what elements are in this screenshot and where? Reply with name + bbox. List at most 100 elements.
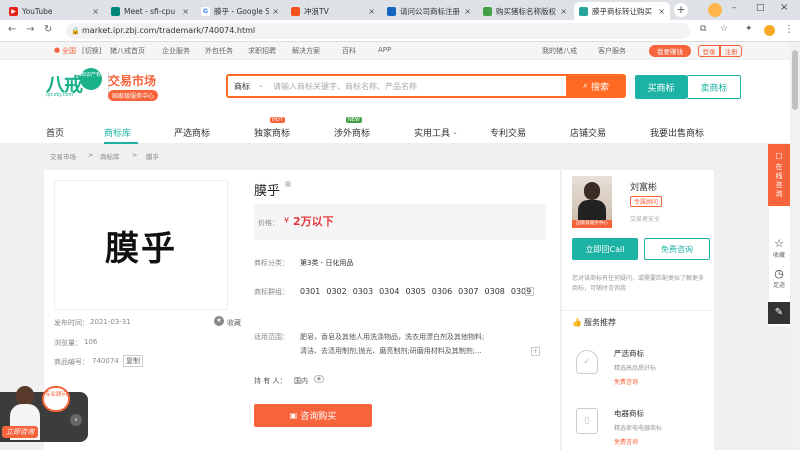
topnav-link[interactable]: 求职招聘 xyxy=(248,46,276,56)
agent-body xyxy=(578,200,606,222)
code-value: 740074 xyxy=(92,357,119,365)
close-icon[interactable]: × xyxy=(658,7,665,16)
favorite-link[interactable]: 收藏 xyxy=(227,318,241,328)
consult-now-label[interactable]: 立即咨询 xyxy=(2,426,38,438)
page-scrollbar[interactable] xyxy=(790,42,800,450)
buy-trademark-button[interactable]: 买商标 xyxy=(635,75,687,99)
copy-button[interactable]: 复制 xyxy=(123,355,143,367)
breadcrumb-separator: > xyxy=(88,151,94,159)
divider xyxy=(562,310,714,311)
topnav-link[interactable]: 企业服务 xyxy=(162,46,190,56)
nav-item-shop[interactable]: 店铺交易 xyxy=(570,126,606,139)
nav-item-home[interactable]: 首页 xyxy=(46,126,64,139)
star-icon[interactable]: ☆ xyxy=(720,24,728,34)
breadcrumb-item[interactable]: 交易市场 xyxy=(50,151,76,161)
online-consult-button[interactable]: ☐ 在线咨询 xyxy=(768,144,790,206)
profile-avatar[interactable] xyxy=(708,3,722,17)
minimize-icon[interactable]: – xyxy=(732,3,737,13)
topnav-link[interactable]: 百科 xyxy=(342,46,356,56)
topnav-link[interactable]: 猪八戒首页 xyxy=(110,46,145,56)
browser-tab[interactable]: Meet - sfi-cpu × xyxy=(106,2,194,20)
chevron-down-icon: ⌄ xyxy=(452,128,458,136)
breadcrumb-item[interactable]: 商标库 xyxy=(100,151,120,161)
close-icon[interactable]: × xyxy=(560,7,567,16)
close-icon[interactable]: × xyxy=(272,7,279,16)
favorite-icon[interactable]: ★ xyxy=(214,316,224,326)
nav-item-tools[interactable]: 实用工具 xyxy=(414,126,450,139)
eye-icon[interactable]: ◉ xyxy=(314,375,324,383)
close-window-icon[interactable]: × xyxy=(780,2,788,13)
maximize-icon[interactable]: □ xyxy=(756,3,765,13)
browser-tab[interactable]: G 膜乎 - Google Se × xyxy=(196,2,284,20)
services-title: 服务推荐 xyxy=(584,318,616,327)
chevron-right-icon[interactable]: › xyxy=(70,414,82,426)
agent-subtitle: 交易更安全 xyxy=(630,216,661,223)
group-code: 0307 xyxy=(458,287,479,296)
search-input[interactable]: 请输入商标关键字、商标名称、产品名称 xyxy=(273,81,417,92)
topnav-link[interactable]: 解决方案 xyxy=(292,46,320,56)
new-tab-button[interactable]: + xyxy=(674,3,688,17)
nav-item-trademark-library[interactable]: 商标库 xyxy=(104,126,131,139)
agent-head xyxy=(584,182,600,200)
chat-icon: ▣ xyxy=(289,411,298,420)
register-button[interactable]: 注册 xyxy=(720,45,742,57)
login-button[interactable]: 登录 xyxy=(698,45,720,57)
close-icon[interactable]: × xyxy=(92,7,99,16)
reload-icon[interactable]: ↻ xyxy=(44,24,52,35)
nav-item-patent[interactable]: 专利交易 xyxy=(490,126,526,139)
browser-tab-active[interactable]: 膜乎商标转让购买 × xyxy=(574,2,670,20)
close-icon[interactable]: × xyxy=(182,7,189,16)
expand-icon[interactable]: + xyxy=(525,287,534,296)
service-consult-link[interactable]: 免费咨询 xyxy=(614,437,638,446)
nav-item-exclusive[interactable]: 独家商标 xyxy=(254,126,290,139)
back-icon[interactable]: ← xyxy=(8,24,16,35)
owner-value: 国内 xyxy=(294,377,308,385)
extensions-icon[interactable]: ✦ xyxy=(745,24,753,34)
service-name[interactable]: 严选商标 xyxy=(614,348,644,359)
customer-service-link[interactable]: 客户服务 xyxy=(598,46,626,56)
my-zbj-link[interactable]: 我的猪八戒 xyxy=(542,46,577,56)
service-name[interactable]: 电器商标 xyxy=(614,408,644,419)
menu-icon[interactable]: ⋮ xyxy=(784,24,794,35)
forward-icon[interactable]: → xyxy=(26,24,34,35)
favorite-tool[interactable]: ☆ 收藏 xyxy=(768,238,790,260)
history-tool[interactable]: ◷ 足迹 xyxy=(768,268,790,290)
group-code: 0306 xyxy=(431,287,453,296)
location-label: 全国 xyxy=(62,47,76,55)
nav-item-selected[interactable]: 严选商标 xyxy=(174,126,210,139)
agent-name: 刘富彬 xyxy=(630,183,658,193)
profile-icon[interactable] xyxy=(764,25,775,36)
breadcrumb-current: 膜乎 xyxy=(146,153,159,161)
location-pin-icon: ● xyxy=(54,46,61,54)
nav-item-sell[interactable]: 我要出售商标 xyxy=(650,126,704,139)
service-consult-link[interactable]: 免费咨询 xyxy=(614,377,638,386)
switch-location-link[interactable]: [切换] xyxy=(82,46,101,56)
tab-title: 冲浪TV xyxy=(304,6,329,16)
topnav-link[interactable]: APP xyxy=(378,46,391,54)
close-icon[interactable]: × xyxy=(464,7,471,16)
call-back-button[interactable]: 立即回Call xyxy=(572,238,638,260)
free-consult-button[interactable]: 免费咨询 xyxy=(644,238,710,260)
nav-item-foreign[interactable]: 涉外商标 xyxy=(334,126,370,139)
close-icon[interactable]: × xyxy=(368,7,375,16)
sell-trademark-button[interactable]: 卖商标 xyxy=(687,75,741,99)
translate-icon[interactable]: ⧉ xyxy=(700,24,706,34)
breadcrumb-separator: > xyxy=(132,151,138,159)
url-field[interactable]: 🔒 market.ipr.zbj.com/trademark/740074.ht… xyxy=(66,23,690,39)
browser-tab[interactable]: 冲浪TV × xyxy=(286,2,380,20)
search-box: 商标 ⌄ 请输入商标关键字、商标名称、产品名称 xyxy=(226,74,596,98)
market-title: 交易市场 xyxy=(108,74,157,88)
scrollbar-thumb[interactable] xyxy=(792,50,798,110)
expand-icon[interactable]: + xyxy=(531,347,540,356)
trademark-image: 膜乎 xyxy=(54,180,228,310)
search-button[interactable]: ⌕ 搜索 xyxy=(566,74,626,98)
earn-money-button[interactable]: 我要赚钱 xyxy=(649,45,691,57)
topnav-link[interactable]: 外包任务 xyxy=(205,46,233,56)
inquire-buy-button[interactable]: ▣ 咨询购买 xyxy=(254,404,372,427)
history-tool-label: 足迹 xyxy=(772,282,785,289)
browser-tab[interactable]: ▶ YouTube × xyxy=(4,2,104,20)
search-category-select[interactable]: 商标 xyxy=(234,81,250,92)
browser-tab[interactable]: 请问公司商标注册 × xyxy=(382,2,476,20)
feedback-button[interactable]: ✎ 反馈 xyxy=(768,302,790,324)
browser-tab[interactable]: 购买猪标名称版权 × xyxy=(478,2,572,20)
